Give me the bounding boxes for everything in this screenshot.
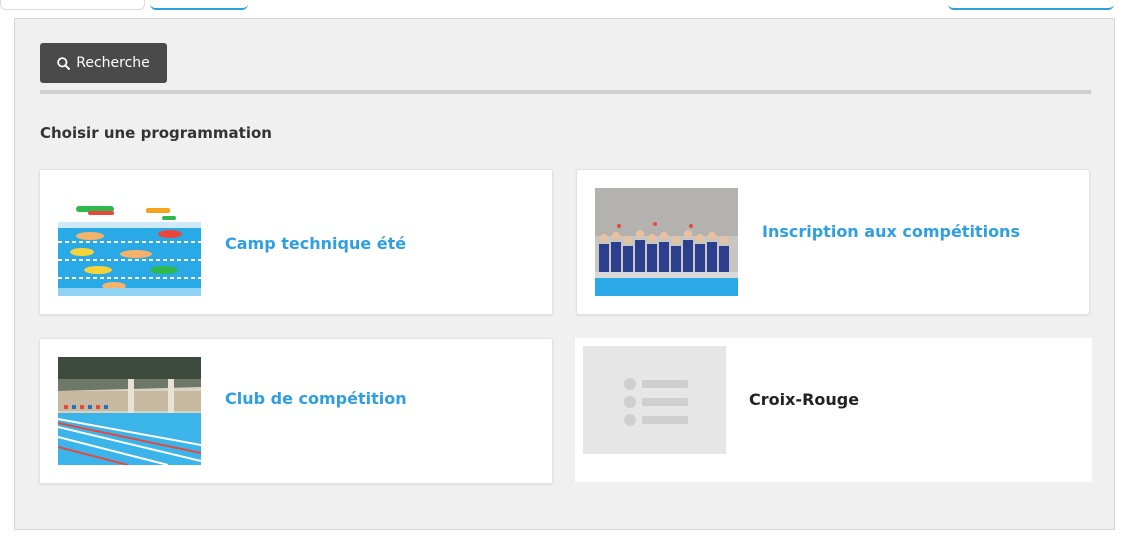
search-button[interactable]: Recherche: [40, 43, 167, 83]
top-tab-left[interactable]: [0, 0, 145, 10]
program-card-club[interactable]: Club de compétition: [39, 338, 553, 484]
program-title-inscription[interactable]: Inscription aux compétitions: [762, 222, 1020, 241]
search-button-label: Recherche: [76, 55, 150, 71]
program-card-croix-rouge[interactable]: Croix-Rouge: [575, 338, 1092, 482]
top-tab-right[interactable]: [948, 0, 1114, 10]
program-title-camp[interactable]: Camp technique été: [225, 234, 406, 253]
programs-panel: Recherche Choisir une programmation Camp…: [14, 18, 1115, 530]
search-icon: [57, 56, 71, 70]
program-title-club[interactable]: Club de compétition: [225, 389, 407, 408]
swim-team-photo: [595, 188, 738, 296]
program-card-camp[interactable]: Camp technique été: [39, 169, 553, 315]
program-title-croix-rouge[interactable]: Croix-Rouge: [749, 390, 859, 409]
indoor-pool-image: [58, 357, 201, 465]
swimmers-pool-image: [58, 188, 201, 296]
top-tab-active[interactable]: [150, 0, 248, 10]
divider: [40, 90, 1091, 94]
section-title: Choisir une programmation: [40, 124, 272, 142]
program-card-inscription[interactable]: Inscription aux compétitions: [576, 169, 1090, 315]
list-placeholder-icon: [583, 346, 726, 454]
